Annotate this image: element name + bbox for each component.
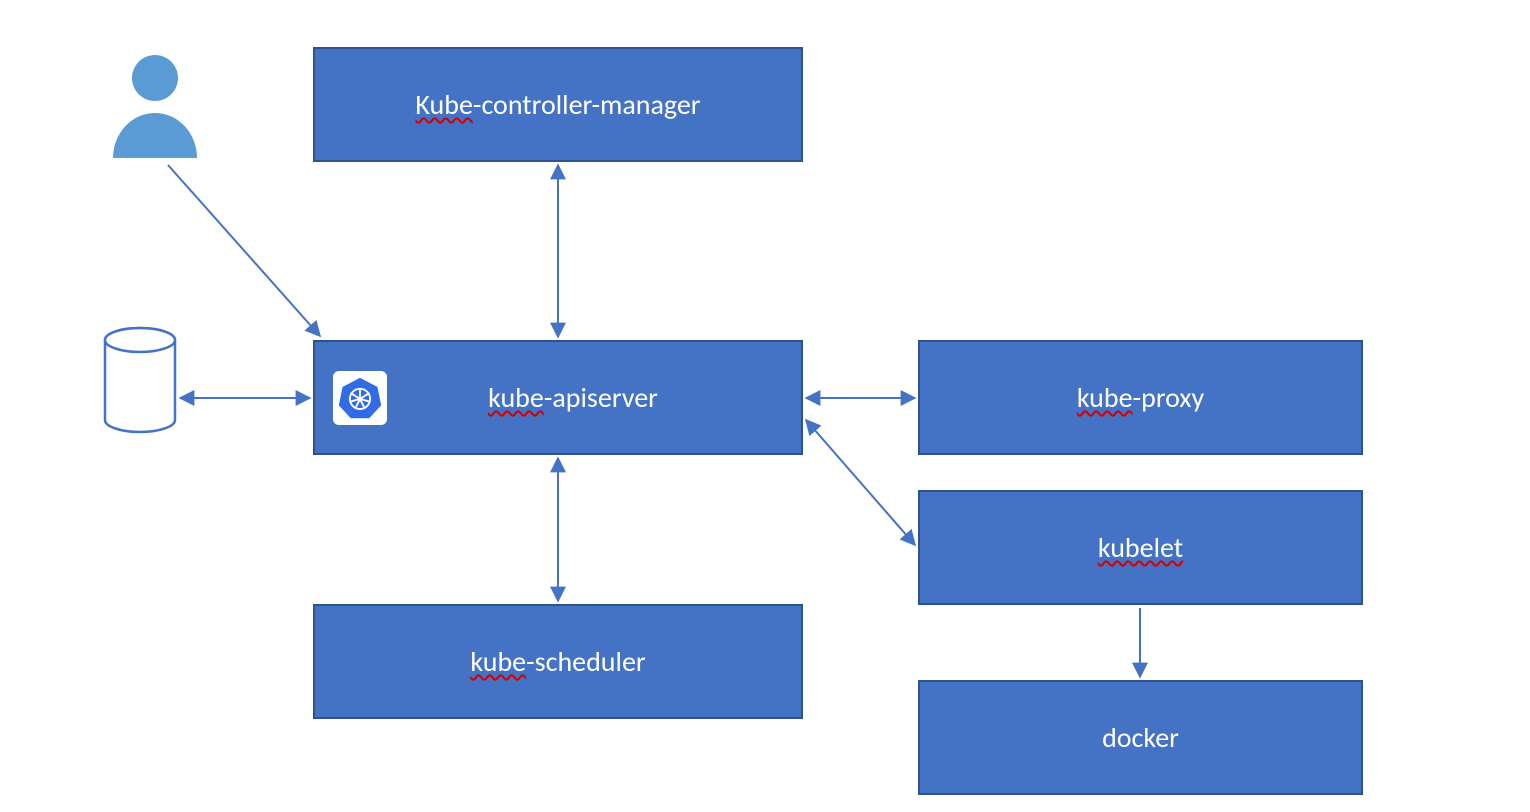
node-kube-proxy: kube-proxy	[918, 340, 1363, 455]
label-kubelet: kubelet	[1098, 530, 1183, 565]
edge-apiserver-kubelet	[806, 420, 915, 545]
edge-user-apiserver	[168, 165, 320, 336]
label-scheduler: kube-scheduler	[470, 644, 645, 679]
label-kube-proxy: kube-proxy	[1077, 380, 1204, 415]
user-icon	[118, 55, 192, 157]
label-controller-manager: Kube-controller-manager	[415, 87, 700, 122]
user-icon-body	[113, 113, 197, 158]
label-etcd: etcd	[112, 380, 161, 415]
label-apiserver: kube-apiserver	[488, 380, 658, 415]
kubernetes-logo-icon	[333, 371, 387, 425]
node-scheduler: kube-scheduler	[313, 604, 803, 719]
label-docker: docker	[1102, 720, 1179, 755]
node-apiserver: kube-apiserver	[313, 340, 803, 455]
node-docker: docker	[918, 680, 1363, 795]
node-controller-manager: Kube-controller-manager	[313, 47, 803, 162]
node-kubelet: kubelet	[918, 490, 1363, 605]
